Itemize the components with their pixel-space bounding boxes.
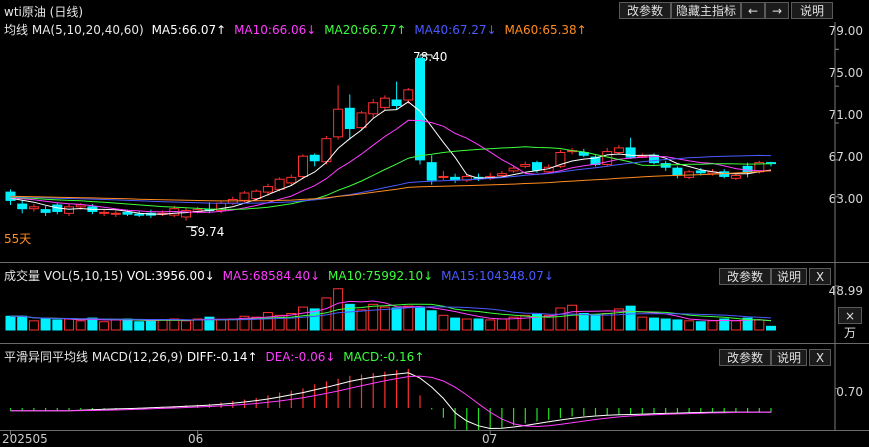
volume-bar xyxy=(426,310,437,331)
candle-body xyxy=(286,176,297,184)
volume-bar xyxy=(684,320,695,331)
volume-bar xyxy=(75,320,86,331)
candle-body xyxy=(379,97,390,108)
candle-body xyxy=(134,213,145,216)
candle-body xyxy=(496,173,507,177)
volume-bar xyxy=(134,321,145,331)
volume-bar xyxy=(649,317,659,331)
volume-bar xyxy=(99,321,110,331)
candle-body xyxy=(64,206,74,214)
candle-body xyxy=(122,211,133,215)
candle-body xyxy=(532,162,542,171)
volume-bar xyxy=(730,320,741,331)
candle-body xyxy=(99,211,110,214)
volume-bar xyxy=(52,319,63,331)
volume-bar xyxy=(368,303,379,331)
candle-body xyxy=(17,203,28,210)
candle-body xyxy=(274,178,285,190)
volume-bar xyxy=(473,318,484,331)
candle-body xyxy=(438,175,449,178)
candle-body xyxy=(298,155,308,177)
volume-bar xyxy=(192,318,203,331)
volume-bar xyxy=(485,319,496,331)
candle-body xyxy=(110,212,121,215)
volume-bar xyxy=(40,318,51,331)
candle-body xyxy=(391,99,402,107)
volume-bar xyxy=(672,319,683,331)
kline-chart[interactable] xyxy=(0,0,869,447)
volume-bar xyxy=(356,309,367,331)
candle-body xyxy=(426,162,437,181)
volume-bar xyxy=(567,304,578,331)
volume-bar xyxy=(5,315,16,331)
volume-bar xyxy=(110,319,121,331)
volume-bar xyxy=(754,319,765,331)
volume-bar xyxy=(145,320,156,331)
volume-bar xyxy=(17,315,28,331)
macd-dea-line xyxy=(10,375,772,428)
volume-bar xyxy=(766,325,776,331)
ma60-line xyxy=(10,170,772,202)
candle-body xyxy=(356,112,367,129)
candle-body xyxy=(40,209,51,213)
candle-body xyxy=(403,89,414,101)
volume-bar xyxy=(660,318,671,331)
candle-body xyxy=(251,190,262,200)
volume-bar xyxy=(379,306,390,331)
candle-body xyxy=(730,175,741,179)
candle-body xyxy=(309,154,320,162)
candle-body xyxy=(508,167,519,172)
volume-bar xyxy=(461,318,472,331)
candle-body xyxy=(368,102,379,115)
candle-body xyxy=(28,206,39,210)
volume-bar xyxy=(695,321,706,331)
volume-bar xyxy=(298,306,308,331)
candle-body xyxy=(333,108,344,138)
volume-bar xyxy=(28,320,39,331)
volume-bar xyxy=(181,320,191,331)
volume-bar xyxy=(391,307,402,331)
volume-bar xyxy=(450,317,461,331)
candle-body xyxy=(613,147,624,153)
volume-bar xyxy=(625,305,636,331)
candle-body xyxy=(672,167,683,176)
volume-bar xyxy=(438,314,449,331)
volume-bar xyxy=(578,313,589,331)
volume-bar xyxy=(262,312,273,331)
volume-bar xyxy=(157,319,168,331)
candle-body xyxy=(262,186,273,193)
volume-bar xyxy=(286,313,297,331)
volume-bar xyxy=(637,316,648,331)
volume-bar xyxy=(707,320,718,331)
candle-body xyxy=(344,107,355,130)
volume-bar xyxy=(216,319,227,331)
volume-bar xyxy=(496,318,507,331)
volume-bar xyxy=(227,318,238,331)
volume-bar xyxy=(415,306,425,331)
candle-body xyxy=(742,165,753,173)
volume-bar xyxy=(602,313,613,331)
candle-body xyxy=(695,170,706,174)
volume-bar xyxy=(555,307,566,331)
candle-body xyxy=(239,192,250,201)
volume-bar xyxy=(590,313,601,331)
volume-bar xyxy=(64,318,74,331)
volume-bar xyxy=(122,318,133,331)
macd-diff-line xyxy=(10,372,772,430)
candle-body xyxy=(520,163,531,167)
volume-bar xyxy=(403,305,414,331)
